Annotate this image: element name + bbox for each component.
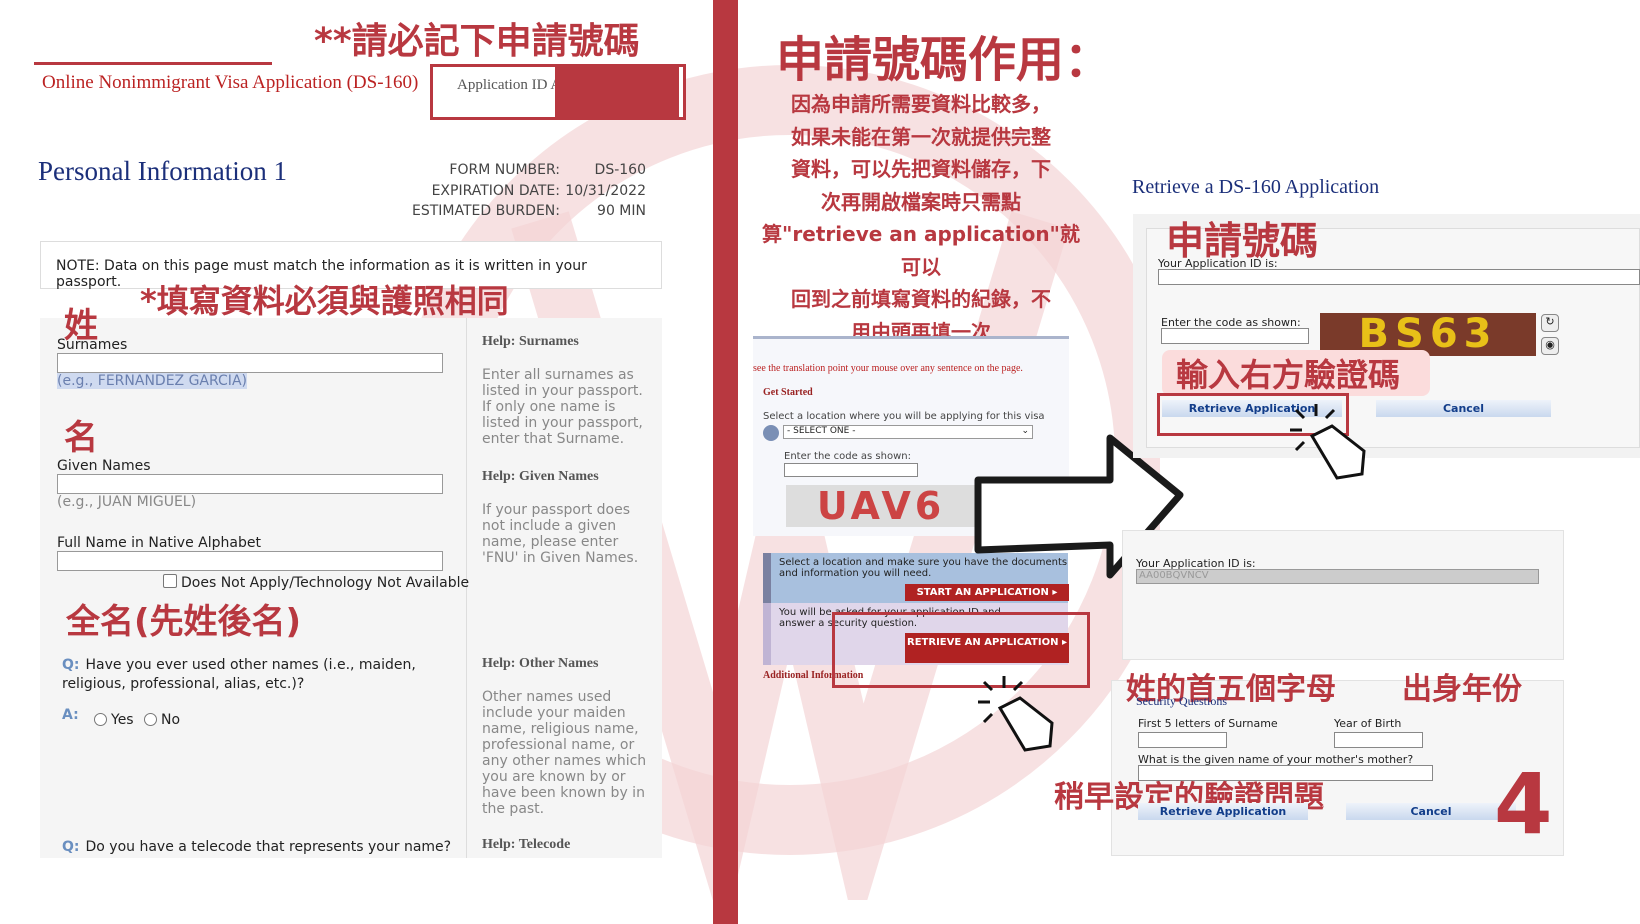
does-not-apply-label: Does Not Apply/Technology Not Available xyxy=(181,575,470,591)
ann-fullname: 全名(先姓後名) xyxy=(66,602,302,642)
app-title: Online Nonimmigrant Visa Application (DS… xyxy=(42,72,419,93)
click-hand-icon xyxy=(978,676,1054,752)
code-input[interactable] xyxy=(1161,328,1309,344)
application-id-input[interactable] xyxy=(1158,269,1640,285)
surnames-example: (e.g., FERNANDEZ GARCIA) xyxy=(57,373,247,389)
app-id-label: Application ID A xyxy=(457,77,562,93)
question-other-names: Q: Have you ever used other names (i.e., … xyxy=(62,657,416,692)
captcha-input[interactable] xyxy=(784,463,918,477)
cancel-button-bottom[interactable]: Cancel xyxy=(1346,803,1516,820)
native-input[interactable] xyxy=(57,551,443,571)
app-id-highlight: Application ID A xyxy=(430,64,686,120)
help-surnames-text: Enter all surnames as listed in your pas… xyxy=(482,367,643,447)
first5-input[interactable] xyxy=(1138,732,1227,748)
ann-enter-captcha: 輸入右方驗證碼 xyxy=(1176,356,1401,394)
first5-label: First 5 letters of Surname xyxy=(1138,717,1278,730)
yob-input[interactable] xyxy=(1334,732,1423,748)
no-radio[interactable] xyxy=(144,713,157,726)
yob-label: Year of Birth xyxy=(1334,717,1402,730)
header-accent-line xyxy=(34,62,272,65)
retrieve-title: Retrieve a DS-160 Application xyxy=(1132,176,1380,198)
note-remember-id: **請必記下申請號碼 xyxy=(314,21,640,62)
ann-match-passport: *填寫資料必須與護照相同 xyxy=(140,282,509,320)
middle-explanation: 因為申請所需要資料比較多， 如果未能在第一次就提供完整 資料，可以先把資料儲存，下次… xyxy=(762,92,1080,344)
native-label: Full Name in Native Alphabet xyxy=(57,535,261,551)
surnames-label: Surnames xyxy=(57,337,128,353)
help-other-text: Other names used include your maiden nam… xyxy=(482,689,647,817)
ann-given: 名 xyxy=(64,418,98,458)
globe-icon xyxy=(763,425,779,441)
page-title: Personal Information 1 xyxy=(38,156,287,186)
app-id-redaction xyxy=(555,67,679,117)
answer-mark: A: xyxy=(62,707,79,723)
given-example: (e.g., JUAN MIGUEL) xyxy=(57,494,197,510)
help-given-title: Help: Given Names xyxy=(482,469,599,484)
surnames-input[interactable] xyxy=(57,353,443,373)
application-id-panel xyxy=(1122,530,1564,660)
application-id-value: AA00BQVNCV xyxy=(1136,569,1539,584)
help-given-text: If your passport does not include a give… xyxy=(482,502,639,566)
divider-bar xyxy=(713,0,738,924)
cancel-button[interactable]: Cancel xyxy=(1376,400,1551,417)
given-label: Given Names xyxy=(57,458,151,474)
given-input[interactable] xyxy=(57,474,443,494)
yes-radio[interactable] xyxy=(94,713,107,726)
click-hand-icon xyxy=(1290,404,1366,480)
yes-label: Yes xyxy=(111,712,134,728)
help-surnames-title: Help: Surnames xyxy=(482,334,579,349)
help-other-title: Help: Other Names xyxy=(482,656,599,671)
page-number: 4 xyxy=(1494,755,1553,853)
ann-birth-year: 出身年份 xyxy=(1402,672,1522,707)
does-not-apply-checkbox[interactable] xyxy=(163,574,177,588)
middle-heading: 申請號碼作用： xyxy=(776,32,1113,88)
form-meta: FORM NUMBER: DS-160 EXPIRATION DATE: 10/31… xyxy=(411,162,646,219)
security-title: Security Questions xyxy=(1136,694,1227,708)
no-label: No xyxy=(161,712,181,728)
help-telecode-title: Help: Telecode xyxy=(482,837,571,852)
retrieve-application-button-bottom[interactable]: Retrieve Application xyxy=(1138,803,1308,820)
captcha-image: UAV6 xyxy=(786,485,976,527)
question-telecode: Q: Do you have a telecode that represents… xyxy=(62,839,452,855)
audio-captcha-icon[interactable]: ◉ xyxy=(1541,337,1559,355)
refresh-captcha-icon[interactable]: ↻ xyxy=(1541,314,1559,332)
